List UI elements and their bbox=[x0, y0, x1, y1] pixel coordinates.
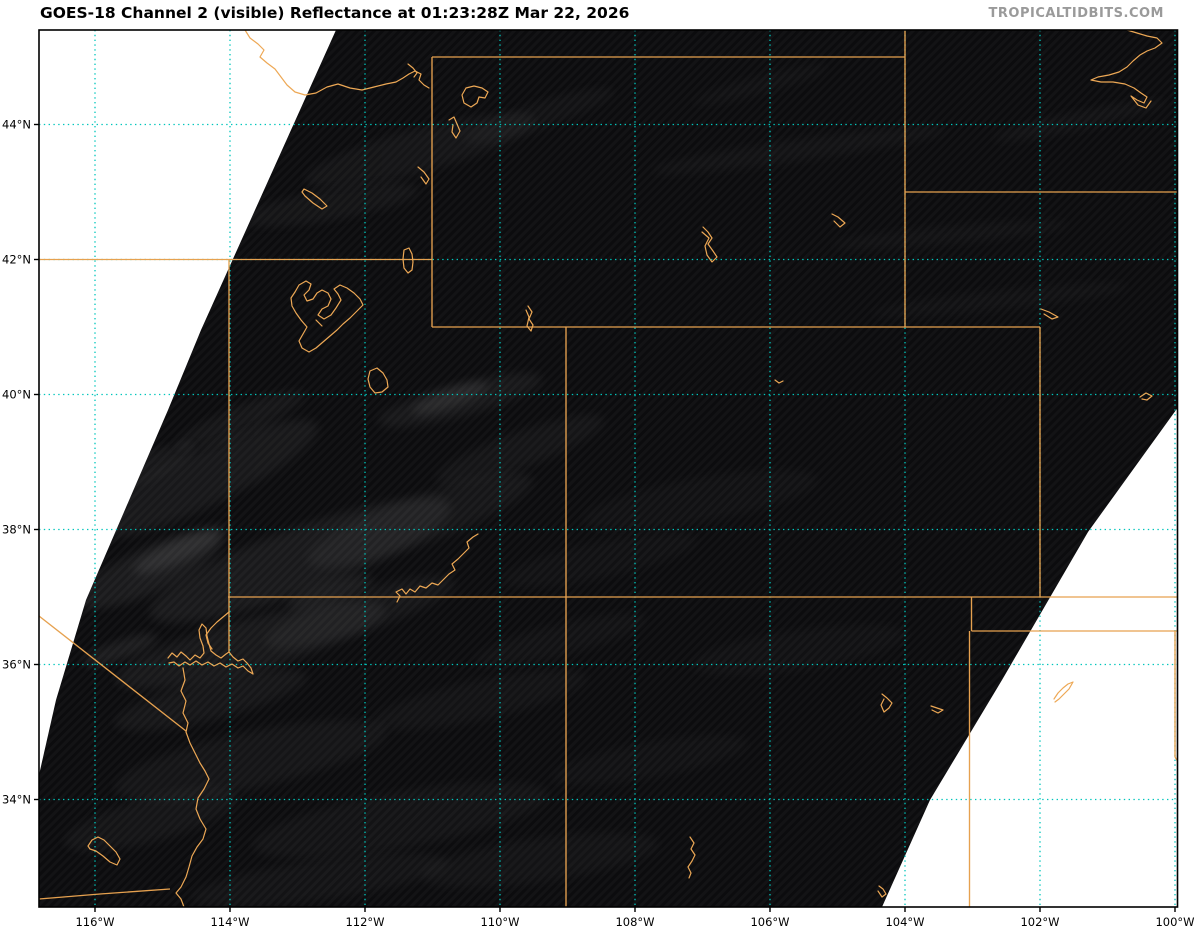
y-tick-label: 36°N bbox=[2, 658, 31, 672]
map-canvas[interactable]: 116°W 114°W 112°W 110°W 108°W 106°W 104°W 102°W… bbox=[0, 0, 1200, 929]
x-tick-label: 108°W bbox=[615, 915, 654, 929]
x-tick-label: 106°W bbox=[750, 915, 789, 929]
y-tick-label: 38°N bbox=[2, 523, 31, 537]
x-tick-label: 100°W bbox=[1155, 915, 1194, 929]
x-tick-label: 114°W bbox=[210, 915, 249, 929]
y-tick-label: 42°N bbox=[2, 253, 31, 267]
x-tick-label: 110°W bbox=[480, 915, 519, 929]
x-tick-label: 116°W bbox=[75, 915, 114, 929]
y-tick-label: 40°N bbox=[2, 388, 31, 402]
y-tick-label: 44°N bbox=[2, 118, 31, 132]
satellite-figure: GOES-18 Channel 2 (visible) Reflectance … bbox=[0, 0, 1200, 929]
x-tick-label: 104°W bbox=[885, 915, 924, 929]
x-tick-label: 112°W bbox=[345, 915, 384, 929]
water-lake-meredith bbox=[1053, 681, 1074, 703]
x-tick-label: 102°W bbox=[1020, 915, 1059, 929]
y-tick-label: 34°N bbox=[2, 793, 31, 807]
